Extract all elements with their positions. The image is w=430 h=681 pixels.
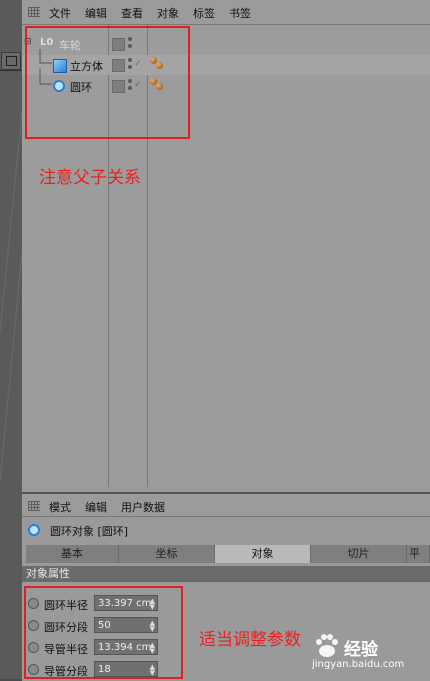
menu-object[interactable]: 对象 xyxy=(157,5,179,21)
attribute-tabs: 基本 坐标 对象 切片 平滑 xyxy=(26,545,430,563)
menu-edit[interactable]: 编辑 xyxy=(85,499,107,515)
baidu-paw-icon xyxy=(316,634,338,657)
menu-view[interactable]: 查看 xyxy=(121,5,143,21)
watermark-brand: 经验 xyxy=(344,640,378,660)
viewport-divider xyxy=(0,70,22,71)
menu-mode[interactable]: 模式 xyxy=(49,499,71,515)
annotation-params-note: 适当调整参数 xyxy=(199,630,301,650)
annotation-hierarchy-note: 注意父子关系 xyxy=(39,168,141,188)
menu-file[interactable]: 文件 xyxy=(49,5,71,21)
object-title: 圆环对象 [圆环] xyxy=(50,525,129,538)
section-object-properties: 对象属性 xyxy=(22,566,430,582)
menu-user-data[interactable]: 用户数据 xyxy=(121,499,165,515)
object-manager-menubar: 文件 编辑 查看 对象 标签 书签 xyxy=(22,0,430,25)
highlight-box-params xyxy=(24,586,183,679)
torus-icon xyxy=(28,524,40,536)
tab-smooth[interactable]: 平滑 xyxy=(407,545,430,563)
highlight-box-hierarchy xyxy=(25,26,190,139)
tab-slice[interactable]: 切片 xyxy=(311,545,407,563)
menu-tags[interactable]: 标签 xyxy=(193,5,215,21)
menu-bookmarks[interactable]: 书签 xyxy=(229,5,251,21)
menu-edit[interactable]: 编辑 xyxy=(85,5,107,21)
panel-grip-icon[interactable] xyxy=(28,7,40,17)
viewport-edge xyxy=(0,0,22,679)
object-title-bar: 圆环对象 [圆环] xyxy=(22,519,430,541)
tab-basic[interactable]: 基本 xyxy=(26,545,119,563)
tab-coord[interactable]: 坐标 xyxy=(119,545,215,563)
viewport-grid xyxy=(0,111,22,483)
tab-object[interactable]: 对象 xyxy=(215,545,311,563)
baidu-jingyan-watermark: 经验 jingyan.baidu.com xyxy=(312,629,427,675)
panel-grip-icon[interactable] xyxy=(28,501,40,511)
viewport-layout-button[interactable] xyxy=(1,52,21,70)
watermark-url: jingyan.baidu.com xyxy=(312,659,405,670)
attribute-manager-menubar: 模式 编辑 用户数据 xyxy=(22,494,430,517)
